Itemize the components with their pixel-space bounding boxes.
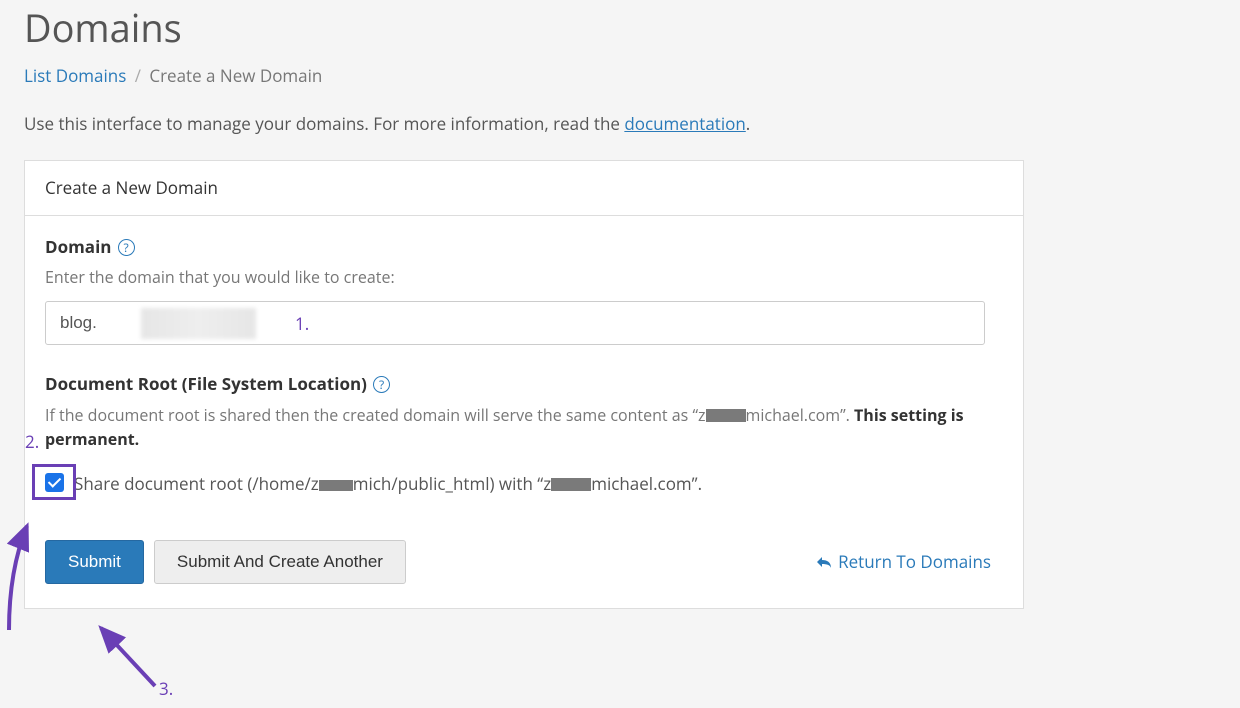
domain-hint: Enter the domain that you would like to …: [45, 265, 1003, 289]
annotation-arrow-to-submit: [65, 616, 165, 696]
share-document-root-checkbox[interactable]: [45, 473, 64, 492]
breadcrumb: List Domains / Create a New Domain: [24, 63, 1024, 89]
return-link-label: Return To Domains: [838, 549, 991, 575]
document-root-description: If the document root is shared then the …: [45, 403, 1003, 451]
breadcrumb-separator: /: [135, 64, 141, 87]
annotation-two: 2.: [25, 429, 39, 455]
domain-label: Domain: [45, 234, 111, 260]
submit-button[interactable]: Submit: [45, 540, 144, 584]
return-icon: [816, 555, 832, 569]
masked-text: [319, 480, 353, 491]
help-icon[interactable]: ?: [373, 376, 390, 393]
domain-input[interactable]: [45, 301, 985, 345]
breadcrumb-link-list-domains[interactable]: List Domains: [24, 64, 126, 87]
intro-prefix: Use this interface to manage your domain…: [24, 112, 624, 135]
create-domain-panel: Create a New Domain Domain ? Enter the d…: [24, 160, 1024, 609]
document-root-label: Document Root (File System Location): [45, 371, 367, 397]
intro-suffix: .: [746, 112, 750, 135]
share-document-root-label: Share document root (/home/zmich/public_…: [74, 471, 702, 497]
intro-text: Use this interface to manage your domain…: [24, 111, 1024, 137]
page-title: Domains: [24, 0, 1024, 57]
breadcrumb-current: Create a New Domain: [149, 64, 322, 87]
annotation-three: 3.: [159, 676, 173, 702]
return-to-domains-link[interactable]: Return To Domains: [816, 549, 991, 575]
help-icon[interactable]: ?: [118, 239, 135, 256]
documentation-link[interactable]: documentation: [624, 112, 745, 135]
submit-and-create-another-button[interactable]: Submit And Create Another: [154, 540, 406, 584]
masked-text: [706, 409, 746, 422]
panel-header: Create a New Domain: [25, 161, 1023, 216]
masked-text: [551, 478, 591, 491]
